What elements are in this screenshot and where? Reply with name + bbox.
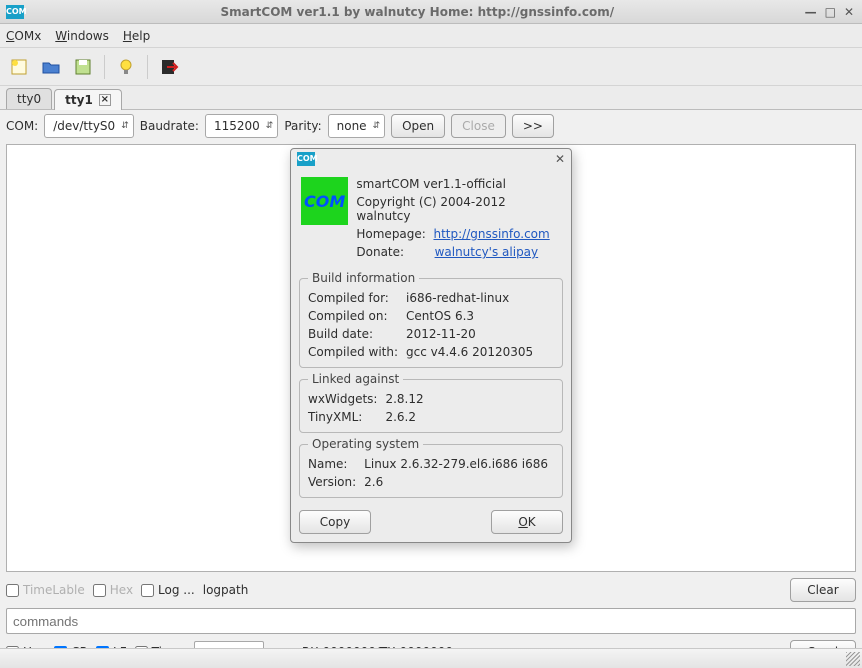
toolbar: [0, 48, 862, 86]
os-name-value: Linux 2.6.32-279.el6.i686 i686: [364, 457, 554, 471]
hex-display-checkbox[interactable]: Hex: [93, 583, 133, 597]
statusbar: [0, 648, 862, 668]
os-name-label: Name:: [308, 457, 356, 471]
port-settings-bar: COM: /dev/ttyS0⇵ Baudrate: 115200⇵ Parit…: [0, 110, 862, 142]
open-port-button[interactable]: Open: [391, 114, 445, 138]
os-version-label: Version:: [308, 475, 356, 489]
compiled-for-value: i686-redhat-linux: [406, 291, 554, 305]
window-titlebar: COM SmartCOM ver1.1 by walnutcy Home: ht…: [0, 0, 862, 24]
timelabel-checkbox[interactable]: TimeLable: [6, 583, 85, 597]
about-dialog: COM ✕ COM smartCOM ver1.1-official Copyr…: [290, 148, 572, 543]
com-label: COM:: [6, 119, 38, 133]
close-window-button[interactable]: ✕: [844, 5, 854, 19]
maximize-button[interactable]: □: [825, 5, 836, 19]
os-legend: Operating system: [308, 437, 423, 451]
dialog-titlebar[interactable]: COM ✕: [291, 149, 571, 169]
ok-button[interactable]: OK: [491, 510, 563, 534]
clear-button[interactable]: Clear: [790, 578, 856, 602]
about-copyright: Copyright (C) 2004-2012 walnutcy: [356, 195, 561, 223]
log-checkbox[interactable]: Log ...: [141, 583, 195, 597]
chevron-updown-icon: ⇵: [373, 121, 381, 131]
baud-label: Baudrate:: [140, 119, 199, 133]
command-input[interactable]: [6, 608, 856, 634]
menubar: COMx Windows Help: [0, 24, 862, 48]
new-file-icon[interactable]: [6, 54, 32, 80]
tab-tty0[interactable]: tty0: [6, 88, 52, 109]
logpath-label: logpath: [203, 583, 249, 597]
donate-label: Donate:: [356, 245, 404, 259]
os-version-value: 2.6: [364, 475, 554, 489]
hint-icon[interactable]: [113, 54, 139, 80]
window-title: SmartCOM ver1.1 by walnutcy Home: http:/…: [30, 5, 805, 19]
linked-against-group: Linked against wxWidgets: 2.8.12 TinyXML:…: [299, 372, 563, 433]
toolbar-separator: [147, 55, 148, 79]
compiled-with-label: Compiled with:: [308, 345, 398, 359]
minimize-button[interactable]: —: [805, 5, 817, 19]
os-group: Operating system Name: Linux 2.6.32-279.e…: [299, 437, 563, 498]
build-info-group: Build information Compiled for: i686-redh…: [299, 271, 563, 368]
close-port-button: Close: [451, 114, 506, 138]
linked-against-legend: Linked against: [308, 372, 403, 386]
compiled-on-label: Compiled on:: [308, 309, 398, 323]
open-file-icon[interactable]: [38, 54, 64, 80]
tab-strip: tty0 tty1 ×: [0, 86, 862, 110]
tab-label: tty1: [65, 93, 93, 107]
tab-label: tty0: [17, 92, 41, 106]
display-options-bar: TimeLable Hex Log ... logpath Clear: [0, 574, 862, 606]
compiled-with-value: gcc v4.4.6 20120305: [406, 345, 554, 359]
tab-tty1[interactable]: tty1 ×: [54, 89, 122, 110]
build-info-legend: Build information: [308, 271, 419, 285]
build-date-value: 2012-11-20: [406, 327, 554, 341]
parity-select[interactable]: none⇵: [328, 114, 385, 138]
copy-button[interactable]: Copy: [299, 510, 371, 534]
save-file-icon[interactable]: [70, 54, 96, 80]
build-date-label: Build date:: [308, 327, 398, 341]
toolbar-separator: [104, 55, 105, 79]
wxwidgets-label: wxWidgets:: [308, 392, 377, 406]
app-icon: COM: [297, 152, 315, 166]
more-settings-button[interactable]: >>: [512, 114, 554, 138]
compiled-for-label: Compiled for:: [308, 291, 398, 305]
resize-grip-icon[interactable]: [846, 652, 860, 666]
wxwidgets-value: 2.8.12: [385, 392, 554, 406]
com-port-select[interactable]: /dev/ttyS0⇵: [44, 114, 134, 138]
homepage-link[interactable]: http://gnssinfo.com: [433, 227, 549, 241]
dialog-close-icon[interactable]: ✕: [555, 152, 565, 166]
tinyxml-label: TinyXML:: [308, 410, 377, 424]
parity-label: Parity:: [284, 119, 321, 133]
menu-windows[interactable]: Windows: [55, 29, 109, 43]
menu-comx[interactable]: COMx: [6, 29, 41, 43]
donate-link[interactable]: walnutcy's alipay: [435, 245, 539, 259]
compiled-on-value: CentOS 6.3: [406, 309, 554, 323]
chevron-updown-icon: ⇵: [266, 121, 274, 131]
about-title: smartCOM ver1.1-official: [356, 177, 561, 191]
baudrate-select[interactable]: 115200⇵: [205, 114, 278, 138]
tinyxml-value: 2.6.2: [385, 410, 554, 424]
app-icon: COM: [6, 5, 24, 19]
menu-help[interactable]: Help: [123, 29, 150, 43]
about-logo: COM: [301, 177, 348, 225]
exit-icon[interactable]: [156, 54, 182, 80]
homepage-label: Homepage:: [356, 227, 425, 241]
chevron-updown-icon: ⇵: [121, 121, 129, 131]
tab-close-icon[interactable]: ×: [99, 94, 111, 106]
